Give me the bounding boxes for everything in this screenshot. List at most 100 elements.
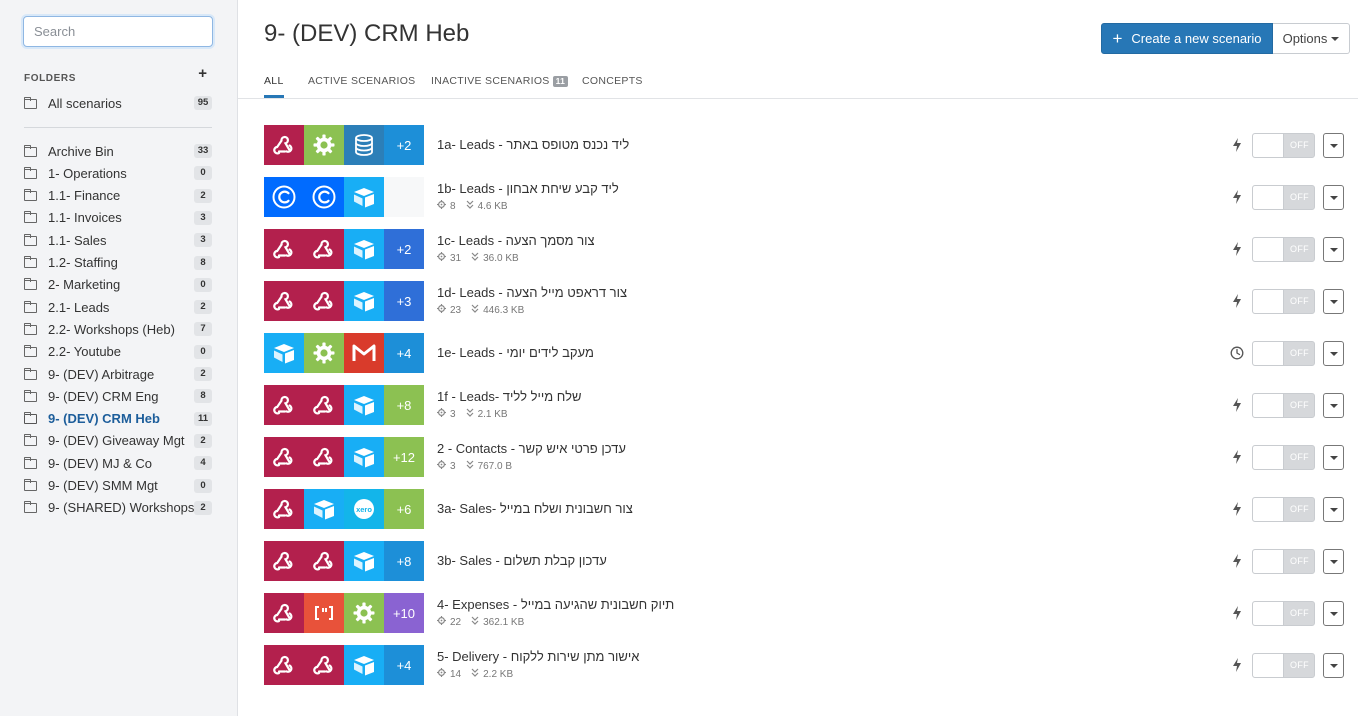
folder-item[interactable]: Archive Bin 33 [23, 141, 212, 161]
scenario-modules[interactable]: +2 [264, 125, 424, 165]
folder-item[interactable]: 1- Operations 0 [23, 163, 212, 183]
scenario-toggle[interactable]: OFF [1252, 601, 1315, 626]
scenario-menu-button[interactable] [1323, 289, 1344, 314]
scenario-modules[interactable]: +8 [264, 541, 424, 581]
scenario-name[interactable]: 5- Delivery - אישור מתן שירות ללקוח [437, 649, 639, 664]
toggle-knob [1253, 446, 1284, 469]
scenario-operations: 14 [450, 668, 462, 680]
operations-icon [437, 408, 446, 420]
webhook-icon [304, 437, 344, 477]
scenario-name[interactable]: 1e- Leads - מעקב לידים יומי [437, 345, 594, 360]
scenario-size: 2.1 KB [477, 408, 508, 420]
scenario-row[interactable]: +2 1c- Leads - צור מסמך הצעה 31 36.0 KB OFF [264, 229, 1344, 269]
scenario-toggle[interactable]: OFF [1252, 445, 1315, 470]
scenario-modules[interactable]: +2 [264, 229, 424, 269]
scenario-name[interactable]: 3a- Sales- צור חשבונית ושלח במייל [437, 501, 633, 516]
folder-item[interactable]: 2.2- Youtube 0 [23, 342, 212, 362]
scenario-menu-button[interactable] [1323, 341, 1344, 366]
scenario-name[interactable]: 4- Expenses - תיוק חשבונית שהגיעה במייל [437, 597, 674, 612]
scenario-name[interactable]: 1f - Leads- שלח מייל לליד [437, 389, 581, 404]
folder-item[interactable]: 2- Marketing 0 [23, 275, 212, 295]
folder-item[interactable]: 9- (DEV) MJ & Co 4 [23, 453, 212, 473]
scenario-name[interactable]: 2 - Contacts - עדכן פרטי איש קשר [437, 441, 626, 456]
create-scenario-button[interactable]: + Create a new scenario [1101, 23, 1273, 54]
tab-all[interactable]: ALL [264, 75, 284, 98]
folder-item[interactable]: 2.2- Workshops (Heb) 7 [23, 319, 212, 339]
scenario-operations: 23 [450, 304, 462, 316]
folder-count: 7 [194, 322, 212, 337]
scenario-modules[interactable]: +12 [264, 437, 424, 477]
folder-item[interactable]: 1.2- Staffing 8 [23, 253, 212, 273]
scenario-row[interactable]: +8 1f - Leads- שלח מייל לליד 3 2.1 KB OFF [264, 385, 1344, 425]
tab-active-scenarios[interactable]: ACTIVE SCENARIOS [308, 75, 416, 98]
scenario-modules[interactable] [264, 177, 424, 217]
scenario-toggle[interactable]: OFF [1252, 653, 1315, 678]
folder-count: 95 [194, 96, 212, 110]
more-modules-badge: +12 [384, 437, 424, 477]
folder-item[interactable]: 1.1- Sales 3 [23, 230, 212, 250]
calendly-icon [264, 177, 304, 217]
scenario-row[interactable]: +8 3b- Sales - עדכון קבלת תשלום OFF [264, 541, 1344, 581]
scenario-modules[interactable]: +8 [264, 385, 424, 425]
airtable-icon [344, 229, 384, 269]
scenario-toggle[interactable]: OFF [1252, 185, 1315, 210]
scenario-row[interactable]: +12 2 - Contacts - עדכן פרטי איש קשר 3 767.… [264, 437, 1344, 477]
bolt-icon [1230, 240, 1244, 258]
calendly-icon [304, 177, 344, 217]
scenario-toggle[interactable]: OFF [1252, 289, 1315, 314]
scenario-name[interactable]: 1a- Leads - ליד נכנס מטופס באתר [437, 137, 629, 152]
scenario-modules[interactable]: +4 [264, 333, 424, 373]
options-button[interactable]: Options [1273, 23, 1350, 54]
folder-item[interactable]: 9- (DEV) Giveaway Mgt 2 [23, 431, 212, 451]
operations-icon [437, 252, 446, 264]
folder-item[interactable]: 9- (DEV) CRM Heb 11 [23, 409, 212, 429]
scenario-modules[interactable]: xero +6 [264, 489, 424, 529]
scenario-row[interactable]: 1b- Leads - ליד קבע שיחת אבחון 8 4.6 KB OFF [264, 177, 1344, 217]
scenario-menu-button[interactable] [1323, 393, 1344, 418]
scenario-modules[interactable]: +10 [264, 593, 424, 633]
folder-item[interactable]: 1.1- Invoices 3 [23, 208, 212, 228]
scenario-toggle[interactable]: OFF [1252, 237, 1315, 262]
folder-label: All scenarios [48, 95, 122, 111]
scenario-modules[interactable]: +3 [264, 281, 424, 321]
folder-item[interactable]: 9- (SHARED) Workshops 2 [23, 498, 212, 518]
tab-inactive-scenarios[interactable]: INACTIVE SCENARIOS 11 [431, 75, 569, 98]
scenario-toggle[interactable]: OFF [1252, 549, 1315, 574]
folder-item[interactable]: 9- (DEV) CRM Eng 8 [23, 386, 212, 406]
folder-all-scenarios[interactable]: All scenarios 95 [23, 93, 212, 113]
add-folder-icon[interactable]: + [198, 65, 207, 82]
scenario-name[interactable]: 1b- Leads - ליד קבע שיחת אבחון [437, 181, 619, 196]
scenario-toggle[interactable]: OFF [1252, 497, 1315, 522]
scenario-row[interactable]: xero +6 3a- Sales- צור חשבונית ושלח במייל O… [264, 489, 1344, 529]
scenario-toggle[interactable]: OFF [1252, 341, 1315, 366]
scenario-menu-button[interactable] [1323, 445, 1344, 470]
scenario-name[interactable]: 1c- Leads - צור מסמך הצעה [437, 233, 595, 248]
scenario-row[interactable]: +4 5- Delivery - אישור מתן שירות ללקוח 14 2… [264, 645, 1344, 685]
folder-item[interactable]: 9- (DEV) SMM Mgt 0 [23, 476, 212, 496]
scenario-toggle[interactable]: OFF [1252, 133, 1315, 158]
scenario-row[interactable]: +2 1a- Leads - ליד נכנס מטופס באתר OFF [264, 125, 1344, 165]
search-input[interactable] [23, 16, 213, 47]
scenario-menu-button[interactable] [1323, 185, 1344, 210]
folder-item[interactable]: 9- (DEV) Arbitrage 2 [23, 364, 212, 384]
scenario-row[interactable]: +3 1d- Leads - צור דראפט מייל הצעה 23 446.3… [264, 281, 1344, 321]
scenario-row[interactable]: +4 1e- Leads - מעקב לידים יומי OFF [264, 333, 1344, 373]
scenario-menu-button[interactable] [1323, 601, 1344, 626]
scenario-menu-button[interactable] [1323, 653, 1344, 678]
scenario-menu-button[interactable] [1323, 549, 1344, 574]
folder-item[interactable]: 2.1- Leads 2 [23, 297, 212, 317]
scenario-row[interactable]: +10 4- Expenses - תיוק חשבונית שהגיעה במי… [264, 593, 1344, 633]
scenario-name[interactable]: 1d- Leads - צור דראפט מייל הצעה [437, 285, 627, 300]
folder-item[interactable]: 1.1- Finance 2 [23, 186, 212, 206]
folder-label: 9- (DEV) Giveaway Mgt [48, 433, 185, 449]
folder-icon [23, 211, 37, 224]
clock-icon [1230, 344, 1244, 362]
scenario-menu-button[interactable] [1323, 497, 1344, 522]
scenario-modules[interactable]: +4 [264, 645, 424, 685]
scenario-menu-button[interactable] [1323, 133, 1344, 158]
scenario-toggle[interactable]: OFF [1252, 393, 1315, 418]
scenario-name[interactable]: 3b- Sales - עדכון קבלת תשלום [437, 553, 607, 568]
scenario-menu-button[interactable] [1323, 237, 1344, 262]
scenario-operations: 22 [450, 616, 462, 628]
tab-concepts[interactable]: CONCEPTS [582, 75, 643, 98]
